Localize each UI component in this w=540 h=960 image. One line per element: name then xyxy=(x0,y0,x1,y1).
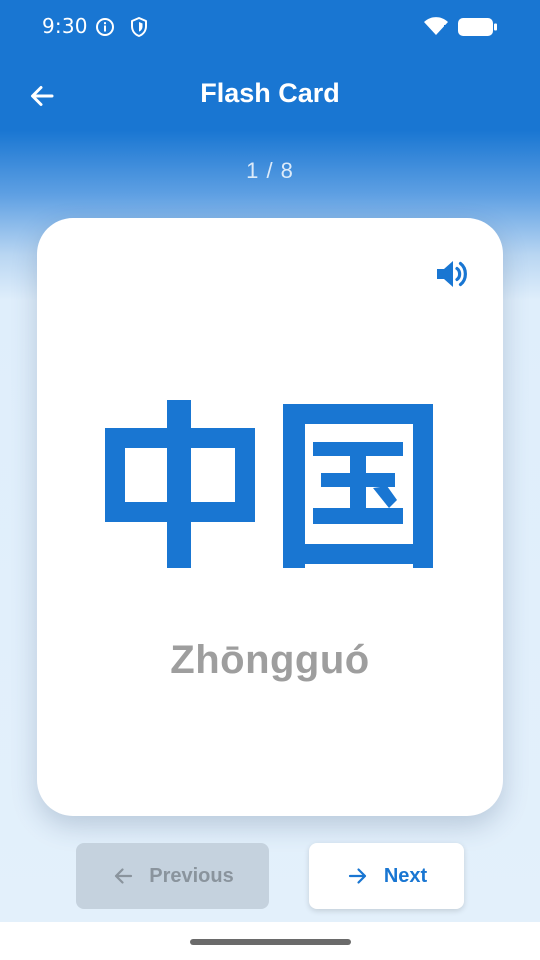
hanzi-guo-glyph xyxy=(283,404,433,568)
app-bar: Flash Card xyxy=(0,52,540,140)
previous-label: Previous xyxy=(149,864,234,887)
battery-icon xyxy=(458,18,497,36)
arrow-right-icon xyxy=(348,868,366,884)
speaker-button[interactable] xyxy=(429,252,473,296)
shield-icon xyxy=(131,17,147,37)
arrow-left-icon xyxy=(115,868,133,884)
progress-counter: 1 / 8 xyxy=(246,158,294,183)
status-time: 9:30 xyxy=(42,14,88,38)
page-title: Flash Card xyxy=(200,78,340,108)
next-button[interactable]: Next xyxy=(309,843,464,909)
status-bar: 9:30 xyxy=(0,0,540,52)
app-screen: 9:30 Flash Card 1 / 8 Zhōngguó Previous … xyxy=(0,0,540,922)
hanzi-text: 中国 xyxy=(37,218,38,219)
wifi-icon xyxy=(424,17,448,35)
previous-button[interactable]: Previous xyxy=(76,843,269,909)
volume-up-icon xyxy=(437,261,467,287)
gesture-bar xyxy=(0,922,540,960)
home-indicator[interactable] xyxy=(190,939,351,945)
next-label: Next xyxy=(383,864,428,887)
hanzi-zhong-glyph xyxy=(105,400,255,568)
flash-card[interactable]: 中国 xyxy=(37,218,503,816)
pinyin-text: Zhōngguó xyxy=(170,638,370,682)
info-icon xyxy=(96,18,114,36)
